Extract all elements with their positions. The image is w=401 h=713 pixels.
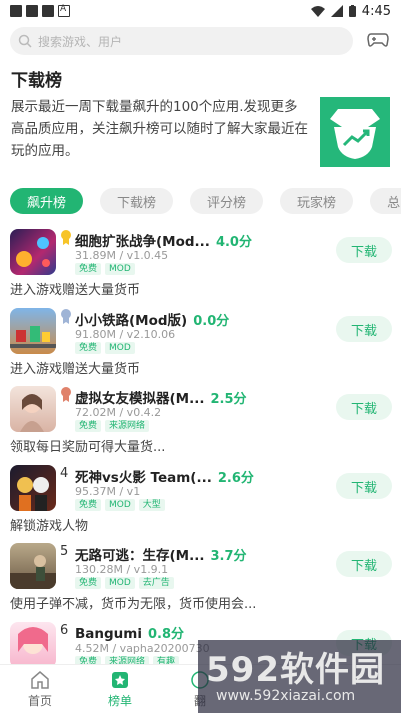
search-placeholder: 搜索游戏、用户 xyxy=(38,34,123,49)
home-icon xyxy=(31,670,49,689)
app-description: 解锁游戏人物 xyxy=(10,519,89,534)
download-button[interactable]: 下载 xyxy=(336,551,392,577)
tab-player[interactable]: 玩家榜 xyxy=(280,188,354,214)
rank-icon xyxy=(112,671,128,688)
app-icon xyxy=(10,308,56,354)
nav-ranking[interactable]: 榜单 xyxy=(80,665,160,713)
download-button[interactable]: 下载 xyxy=(336,316,392,342)
app-description: 进入游戏赠送大量货币 xyxy=(10,362,141,377)
app-description: 进入游戏赠送大量货币 xyxy=(10,283,141,298)
app-score: 4.0分 xyxy=(215,235,252,250)
watermark-url: www.592xiazai.com xyxy=(216,688,356,704)
nav-label: 首页 xyxy=(27,693,52,708)
download-button[interactable]: 下载 xyxy=(336,394,392,420)
notification-icons xyxy=(10,4,70,17)
battery-icon xyxy=(348,5,356,17)
download-button[interactable]: 下载 xyxy=(336,237,392,263)
notification-icon xyxy=(10,5,22,17)
tab-total[interactable]: 总 xyxy=(370,188,401,214)
app-size-version: 4.52M / vapha20200730 xyxy=(75,642,210,655)
app-size-version: 130.28M / v1.9.1 xyxy=(75,563,169,576)
tag-badge: 免费 xyxy=(75,499,102,511)
app-description: 使用子弹不减，货币为无限，货币使用会... xyxy=(10,597,257,612)
tag-badge: 免费 xyxy=(75,263,102,275)
tag-badge: 大型 xyxy=(138,499,165,511)
app-icon xyxy=(10,386,56,432)
bronze-medal-icon xyxy=(61,387,71,402)
app-name: 无路可逃：生存(M... 3.7分 xyxy=(75,548,247,564)
gold-medal-icon xyxy=(61,230,71,245)
app-icon xyxy=(10,622,56,668)
app-icon xyxy=(10,465,56,511)
tag-badge: 免费 xyxy=(75,577,102,589)
ranking-tabs: 飙升榜 下载榜 评分榜 玩家榜 总 xyxy=(10,188,401,214)
app-name: 小小铁路(Mod版) 0.0分 xyxy=(75,313,230,329)
rank-number: 4 xyxy=(60,466,69,481)
search-icon xyxy=(18,34,32,48)
app-name: 虚拟女友模拟器(M... 2.5分 xyxy=(75,391,247,407)
notification-icon xyxy=(58,4,70,17)
app-icon xyxy=(10,543,56,589)
page-description: 展示最近一周下载量飙升的100个应用.发现更多高品质应用，关注飙升榜可以随时了解… xyxy=(11,99,308,159)
tab-rising[interactable]: 飙升榜 xyxy=(10,188,84,214)
tag-badge: 来源网络 xyxy=(105,420,150,432)
app-size-version: 31.89M / v1.0.45 xyxy=(75,249,169,262)
status-bar: 4:45 xyxy=(0,0,401,22)
rank-number: 6 xyxy=(60,623,69,638)
app-score: 2.6分 xyxy=(217,471,254,486)
signal-icon xyxy=(330,5,343,17)
app-score: 0.0分 xyxy=(193,314,230,329)
search-input[interactable]: 搜索游戏、用户 xyxy=(10,27,353,55)
watermark-logo: 592软件园 xyxy=(206,650,385,690)
app-score: 2.5分 xyxy=(210,392,247,407)
app-score: 3.7分 xyxy=(210,549,247,564)
nav-home[interactable]: 首页 xyxy=(0,665,80,713)
tag-badge: MOD xyxy=(105,263,135,275)
app-description: 领取每日奖励可得大量货... xyxy=(10,440,166,455)
app-name: 死神vs火影 Team(... 2.6分 xyxy=(75,470,254,486)
app-size-version: 95.37M / v1 xyxy=(75,485,141,498)
page-title: 下载榜 xyxy=(11,71,62,91)
tag-badge: MOD xyxy=(105,342,135,354)
tag-badge: MOD xyxy=(105,577,135,589)
chart-banner-image xyxy=(320,97,390,167)
tab-rating[interactable]: 评分榜 xyxy=(190,188,264,214)
download-button[interactable]: 下载 xyxy=(336,473,392,499)
app-size-version: 72.02M / v0.4.2 xyxy=(75,406,162,419)
app-name: Bangumi 0.8分 xyxy=(75,626,185,642)
app-size-version: 91.80M / v2.10.06 xyxy=(75,328,176,341)
rank-number: 5 xyxy=(60,544,69,559)
notification-icon xyxy=(26,5,38,17)
silver-medal-icon xyxy=(61,309,71,324)
tag-badge: 免费 xyxy=(75,342,102,354)
app-score: 0.8分 xyxy=(147,627,185,642)
tag-badge: MOD xyxy=(105,499,135,511)
gamepad-icon[interactable] xyxy=(367,31,389,49)
tag-badge: 免费 xyxy=(75,420,102,432)
clock: 4:45 xyxy=(361,3,391,19)
trend-icon xyxy=(330,109,380,159)
tag-badge: 去广告 xyxy=(138,577,174,589)
app-icon xyxy=(10,229,56,275)
nav-label: 榜单 xyxy=(107,693,132,708)
site-watermark: 592软件园 www.592xiazai.com xyxy=(198,640,401,713)
notification-icon xyxy=(42,5,54,17)
wifi-icon xyxy=(310,5,325,17)
tab-download[interactable]: 下载榜 xyxy=(100,188,174,214)
app-name: 细胞扩张战争(Mod... 4.0分 xyxy=(75,234,252,250)
